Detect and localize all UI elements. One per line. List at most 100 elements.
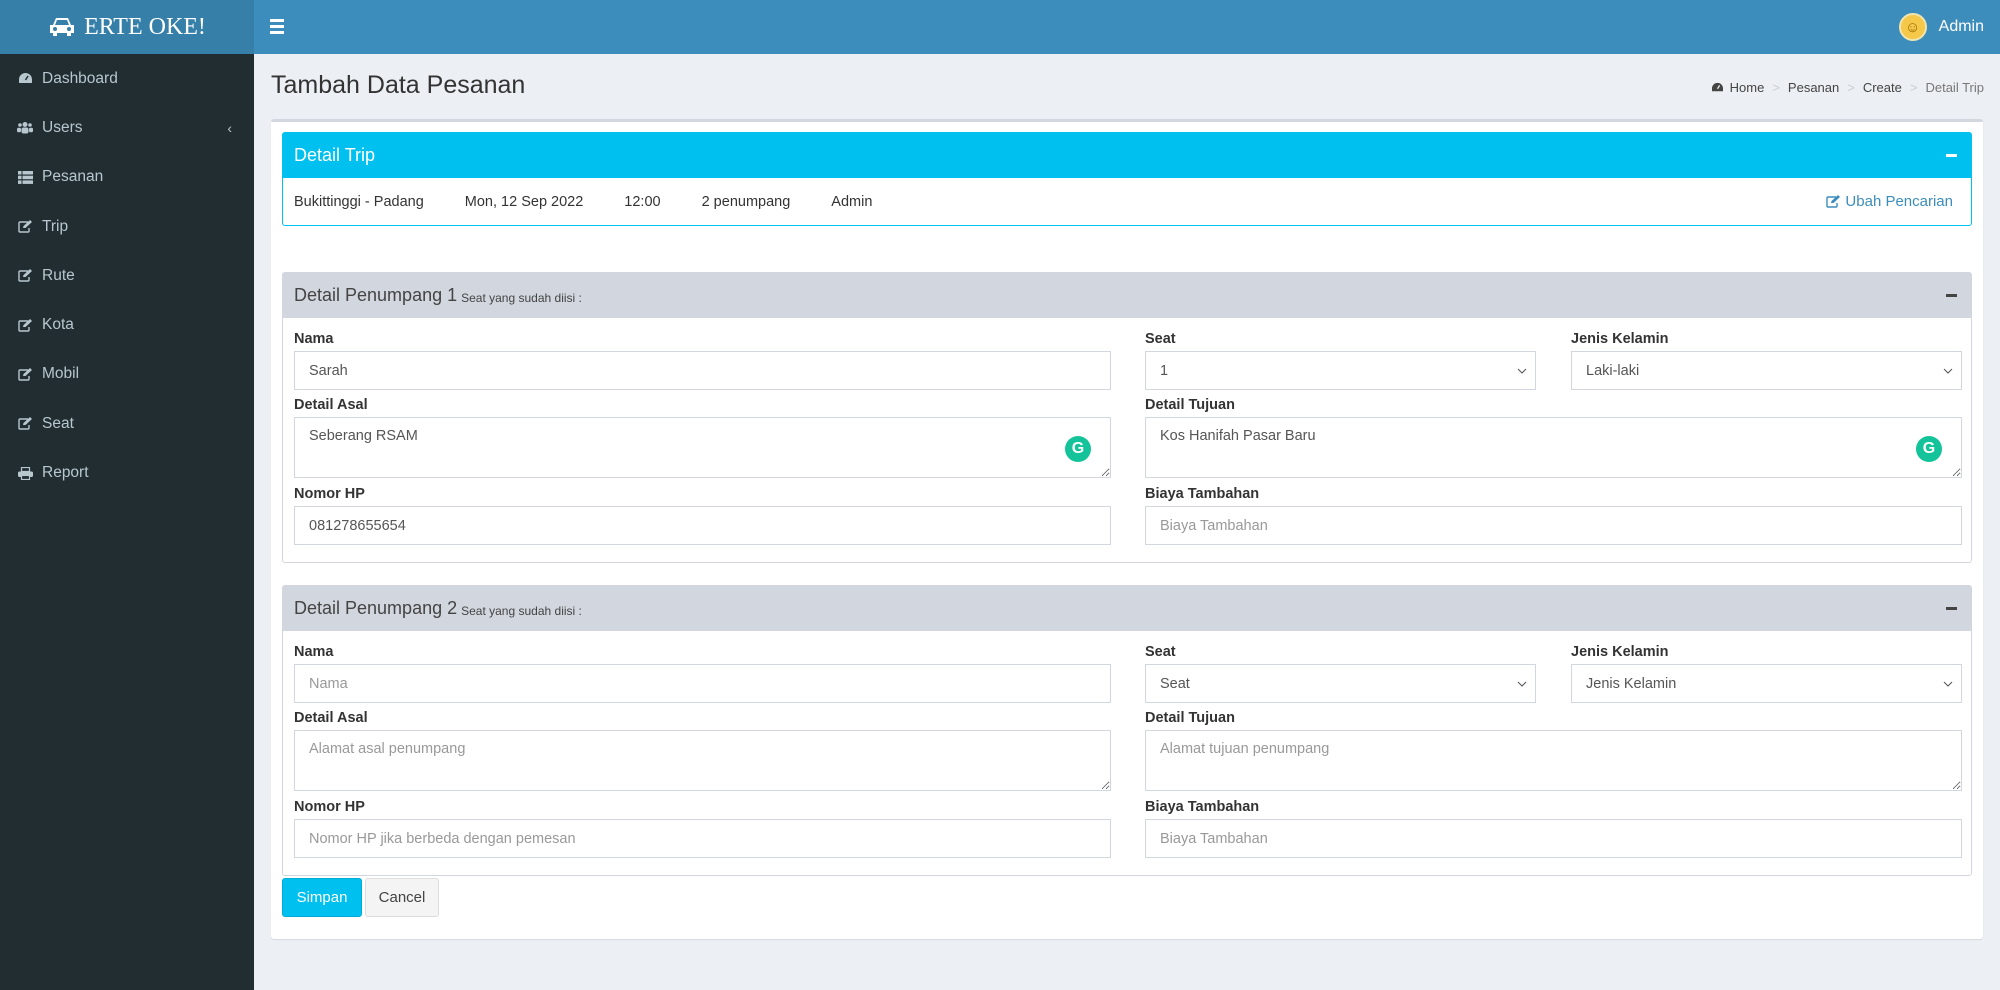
- passenger-title: Detail Penumpang 2: [294, 598, 458, 618]
- sidebar-item-report[interactable]: Report: [0, 448, 254, 497]
- extra-fee-input[interactable]: [1145, 506, 1962, 545]
- car-icon: [48, 16, 76, 38]
- breadcrumb-create[interactable]: Create: [1863, 80, 1902, 95]
- seat-selected-value: Seat: [1160, 675, 1190, 692]
- trip-detail-title: Detail Trip: [294, 145, 376, 165]
- edit-icon: [16, 367, 34, 381]
- collapse-icon[interactable]: [1946, 293, 1957, 297]
- origin-label: Detail Asal: [294, 710, 368, 726]
- collapse-icon[interactable]: [1946, 606, 1957, 610]
- trip-time: 12:00: [624, 193, 661, 210]
- nama-field: Nama: [294, 329, 1111, 390]
- gender-selected-value: Jenis Kelamin: [1586, 675, 1677, 692]
- sidebar-label: Users: [42, 118, 83, 136]
- origin-field: Detail Asal: [294, 708, 1111, 791]
- seat-filled-label: Seat yang sudah diisi :: [461, 290, 582, 305]
- print-icon: [16, 466, 34, 480]
- edit-icon: [1826, 195, 1841, 208]
- edit-icon: [16, 417, 34, 430]
- seat-field: Seat Seat: [1145, 642, 1536, 703]
- destination-textarea[interactable]: Kos Hanifah Pasar Baru: [1145, 417, 1962, 478]
- trip-detail-header: Detail Trip: [283, 133, 1971, 178]
- nama-input[interactable]: [294, 664, 1111, 703]
- passenger-header: Detail Penumpang 1 Seat yang sudah diisi…: [283, 273, 1971, 318]
- sidebar-item-trip[interactable]: Trip: [0, 202, 254, 251]
- top-navbar: ☺ Admin: [254, 0, 2000, 54]
- origin-field: Detail Asal Seberang RSAM G: [294, 395, 1111, 478]
- gender-field: Jenis Kelamin Laki-laki: [1571, 329, 1962, 390]
- nama-input[interactable]: [294, 351, 1111, 390]
- breadcrumb-separator: >: [1772, 80, 1780, 95]
- sidebar-label: Pesanan: [42, 168, 104, 186]
- sidebar-item-rute[interactable]: Rute: [0, 251, 254, 300]
- breadcrumb: Home > Pesanan > Create > Detail Trip: [1711, 80, 1984, 95]
- phone-field: Nomor HP: [294, 484, 1111, 545]
- cancel-button[interactable]: Cancel: [365, 878, 439, 917]
- gender-label: Jenis Kelamin: [1571, 331, 1669, 347]
- destination-textarea[interactable]: [1145, 730, 1962, 791]
- sidebar-item-mobil[interactable]: Mobil: [0, 350, 254, 399]
- phone-input[interactable]: [294, 506, 1111, 545]
- extra-fee-input[interactable]: [1145, 819, 1962, 858]
- grammarly-icon[interactable]: G: [1916, 436, 1942, 462]
- sidebar-label: Mobil: [42, 365, 80, 383]
- change-search-label: Ubah Pencarian: [1845, 193, 1953, 210]
- seat-filled-label: Seat yang sudah diisi :: [461, 603, 582, 618]
- sidebar-label: Kota: [42, 316, 74, 334]
- edit-icon: [16, 318, 34, 332]
- gender-select[interactable]: Jenis Kelamin: [1571, 664, 1962, 703]
- dashboard-icon: [16, 72, 34, 85]
- extra-fee-label: Biaya Tambahan: [1145, 799, 1260, 815]
- destination-label: Detail Tujuan: [1145, 710, 1235, 726]
- breadcrumb-separator: >: [1847, 80, 1855, 95]
- trip-detail-body: Bukittinggi - Padang Mon, 12 Sep 2022 12…: [283, 178, 1971, 225]
- trip-detail-box: Detail Trip Bukittinggi - Padang Mon, 12…: [282, 132, 1972, 226]
- origin-textarea[interactable]: [294, 730, 1111, 791]
- origin-textarea[interactable]: Seberang RSAM: [294, 417, 1111, 478]
- collapse-icon[interactable]: [1946, 153, 1957, 157]
- sidebar-toggle-icon[interactable]: [270, 17, 292, 37]
- sidebar-item-kota[interactable]: Kota: [0, 300, 254, 349]
- sidebar-label: Report: [42, 464, 89, 482]
- breadcrumb-home[interactable]: Home: [1730, 80, 1765, 95]
- content-wrapper: Tambah Data Pesanan Home > Pesanan > Cre…: [254, 54, 2000, 990]
- gender-select[interactable]: Laki-laki: [1571, 351, 1962, 390]
- user-name: Admin: [1938, 18, 1984, 35]
- chevron-down-icon: [1943, 368, 1953, 374]
- trip-date: Mon, 12 Sep 2022: [464, 193, 584, 210]
- sidebar-item-users[interactable]: Users ‹: [0, 103, 254, 152]
- sidebar-item-dashboard[interactable]: Dashboard: [0, 54, 254, 103]
- sidebar-item-seat[interactable]: Seat: [0, 399, 254, 448]
- sidebar-item-pesanan[interactable]: Pesanan: [0, 153, 254, 202]
- destination-field: Detail Tujuan: [1145, 708, 1962, 791]
- destination-label: Detail Tujuan: [1145, 397, 1235, 413]
- nama-field: Nama: [294, 642, 1111, 703]
- sidebar-label: Dashboard: [42, 69, 118, 87]
- app-logo[interactable]: ERTE OKE!: [0, 0, 254, 54]
- logo-text: ERTE OKE!: [84, 13, 206, 40]
- grammarly-icon[interactable]: G: [1065, 436, 1091, 462]
- origin-label: Detail Asal: [294, 397, 368, 413]
- seat-select[interactable]: 1: [1145, 351, 1536, 390]
- passenger-box-2: Detail Penumpang 2 Seat yang sudah diisi…: [282, 585, 1972, 876]
- breadcrumb-pesanan[interactable]: Pesanan: [1788, 80, 1839, 95]
- save-button[interactable]: Simpan: [282, 878, 362, 917]
- chevron-down-icon: [1943, 681, 1953, 687]
- gender-selected-value: Laki-laki: [1586, 362, 1640, 379]
- dashboard-icon: [1711, 82, 1724, 93]
- change-search-link[interactable]: Ubah Pencarian: [1826, 193, 1953, 210]
- seat-label: Seat: [1145, 331, 1176, 347]
- trip-route: Bukittinggi - Padang: [294, 193, 424, 210]
- list-icon: [16, 170, 34, 184]
- extra-fee-field: Biaya Tambahan: [1145, 797, 1962, 858]
- sidebar-label: Trip: [42, 217, 69, 235]
- extra-fee-field: Biaya Tambahan: [1145, 484, 1962, 545]
- gender-field: Jenis Kelamin Jenis Kelamin: [1571, 642, 1962, 703]
- user-avatar: ☺: [1898, 13, 1927, 41]
- phone-input[interactable]: [294, 819, 1111, 858]
- seat-selected-value: 1: [1160, 362, 1169, 379]
- seat-select[interactable]: Seat: [1145, 664, 1536, 703]
- breadcrumb-separator: >: [1909, 80, 1918, 95]
- chevron-down-icon: [1517, 681, 1527, 687]
- user-menu[interactable]: ☺ Admin: [1898, 0, 1984, 54]
